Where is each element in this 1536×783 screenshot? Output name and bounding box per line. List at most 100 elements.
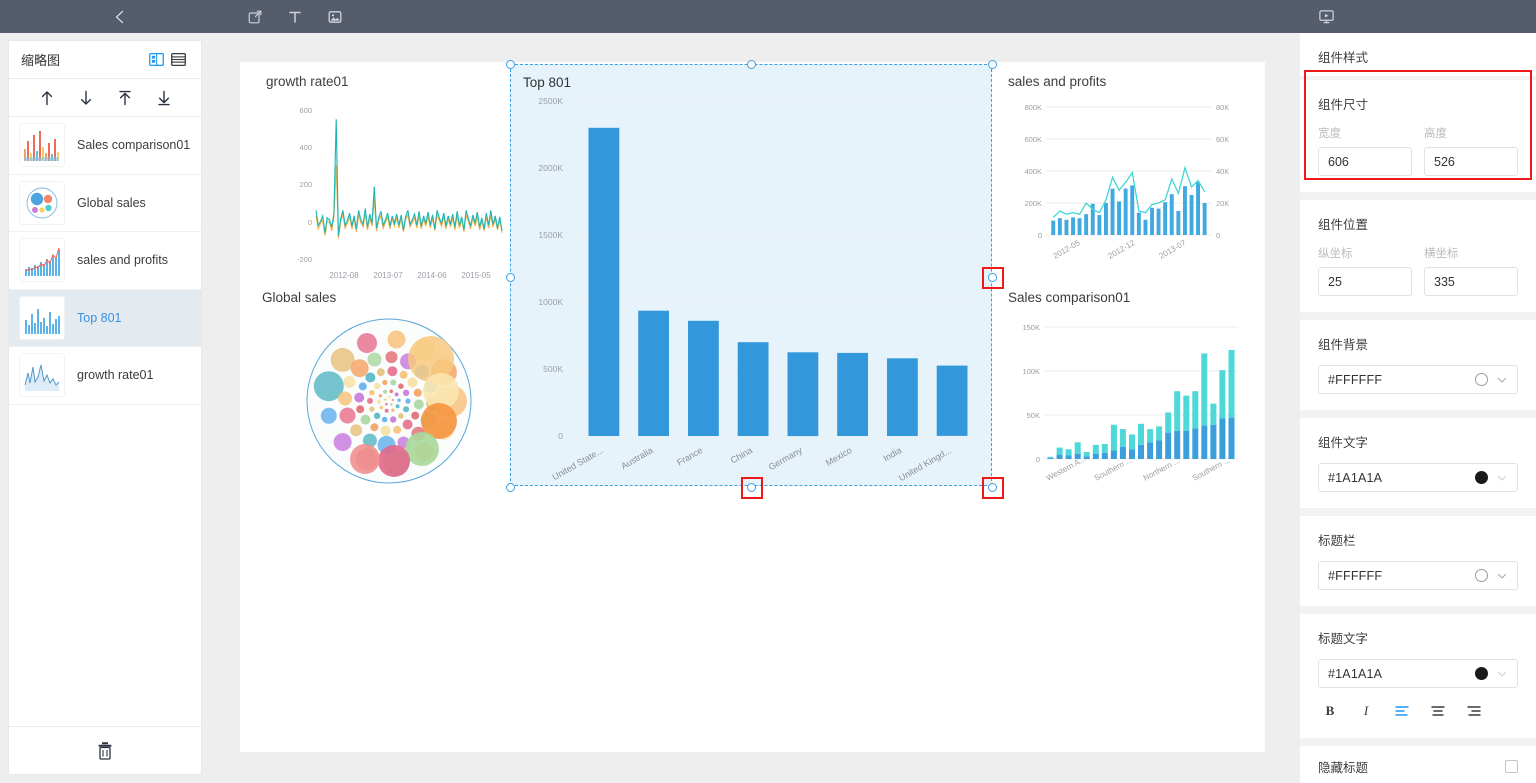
move-up-icon[interactable] xyxy=(35,86,59,110)
y-tick-right: 0 xyxy=(1216,231,1220,240)
titlebar-color-field[interactable]: #FFFFFF xyxy=(1318,561,1518,590)
section-title-text: 组件文字 xyxy=(1318,436,1369,450)
preview-button[interactable] xyxy=(1306,0,1346,33)
list-item-label: Sales comparison01 xyxy=(77,138,191,153)
sidebar-footer xyxy=(9,726,201,774)
thumbnail-bar-multicolor-icon xyxy=(19,123,65,168)
list-item[interactable]: growth rate01 xyxy=(9,347,201,405)
resize-handle-n[interactable] xyxy=(747,60,756,69)
x-tick: 2012-08 xyxy=(329,271,359,280)
align-center-icon[interactable] xyxy=(1426,700,1450,722)
x-tick: Southern ... xyxy=(1191,455,1232,482)
color-swatch-icon xyxy=(1475,667,1488,680)
align-right-icon[interactable] xyxy=(1462,700,1486,722)
widget-global-sales[interactable]: Global sales xyxy=(262,290,517,505)
x-tick-group: 2012-08 2013-07 2014-06 2015-05 xyxy=(329,271,491,280)
resize-handle-w[interactable] xyxy=(506,273,515,282)
widget-title: Sales comparison01 xyxy=(1008,290,1131,305)
hide-title-label: 隐藏标题 xyxy=(1318,760,1369,775)
dashboard-canvas[interactable]: growth rate01 600 400 200 0 -200 2012-08… xyxy=(240,60,1265,752)
component-position-section: 组件位置 纵坐标 横坐标 xyxy=(1300,200,1536,312)
x-coord-label: 横坐标 xyxy=(1424,248,1459,260)
section-title-background: 组件背景 xyxy=(1318,338,1369,352)
top-toolbar xyxy=(0,0,1536,33)
text-tool-button[interactable] xyxy=(275,0,315,33)
text-format-toolbar: B I xyxy=(1318,700,1518,722)
thumbnail-bar-blue-icon xyxy=(19,295,65,340)
italic-icon[interactable]: I xyxy=(1354,700,1378,722)
list-item[interactable]: Top 801 xyxy=(9,289,201,347)
title-text-section: 标题文字 #1A1A1A B I xyxy=(1300,614,1536,738)
list-item[interactable]: Global sales xyxy=(9,174,201,232)
move-down-icon[interactable] xyxy=(74,86,98,110)
y-grid xyxy=(569,100,981,437)
widget-title: Global sales xyxy=(262,290,337,305)
list-item-label: Global sales xyxy=(77,195,146,210)
thumbnail-bubble-icon xyxy=(19,180,65,225)
text-color-field[interactable]: #1A1A1A xyxy=(1318,463,1518,492)
move-top-icon[interactable] xyxy=(113,86,137,110)
thumbnail-bar-line-icon xyxy=(19,238,65,283)
x-coord-input[interactable] xyxy=(1424,267,1518,296)
layer-order-toolbar xyxy=(9,79,201,117)
x-tick: Southern ... xyxy=(1093,455,1134,482)
y-tick-left: 800K xyxy=(1024,103,1042,112)
image-icon xyxy=(328,10,342,23)
import-icon xyxy=(248,10,262,23)
list-item-label: Top 801 xyxy=(77,310,122,325)
sidebar-header: 缩略图 xyxy=(9,41,201,79)
y-tick: 1000K xyxy=(538,297,563,307)
properties-panel: 组件样式 组件尺寸 宽度 高度 组件位置 纵坐标 横坐标 xyxy=(1300,33,1536,783)
list-view-icon[interactable] xyxy=(167,49,189,71)
color-swatch-icon xyxy=(1475,471,1488,484)
text-icon xyxy=(289,11,301,23)
image-tool-button[interactable] xyxy=(315,0,355,33)
height-input[interactable] xyxy=(1424,147,1518,176)
resize-handle-ne[interactable] xyxy=(988,60,997,69)
widget-sales-and-profits[interactable]: sales and profits 800K 600K 400K 200K 0 … xyxy=(1008,74,1253,284)
widget-top-801[interactable]: Top 801 2500K 2000K 1500K 1000K 500K 0 U… xyxy=(506,60,1004,499)
bold-icon[interactable]: B xyxy=(1318,700,1342,722)
move-bottom-icon[interactable] xyxy=(152,86,176,110)
hide-title-checkbox[interactable] xyxy=(1505,759,1518,773)
panel-title: 组件样式 xyxy=(1318,51,1369,65)
list-item[interactable]: sales and profits xyxy=(9,232,201,290)
list-item[interactable]: Sales comparison01 xyxy=(9,117,201,175)
x-tick: Northern ... xyxy=(1142,456,1182,483)
widget-sales-comparison01[interactable]: Sales comparison01 150K 100K 50K 0 Weste… xyxy=(1008,290,1258,505)
title-text-color-value: #1A1A1A xyxy=(1328,666,1383,681)
x-tick-group: 2012-05 2012-12 2013-07 xyxy=(1052,238,1188,261)
title-text-color-field[interactable]: #1A1A1A xyxy=(1318,659,1518,688)
y-coord-input[interactable] xyxy=(1318,267,1412,296)
y-tick-right: 40K xyxy=(1216,167,1229,176)
import-button[interactable] xyxy=(235,0,275,33)
widget-growth-rate01[interactable]: growth rate01 600 400 200 0 -200 2012-08… xyxy=(266,74,516,280)
section-title-titletext: 标题文字 xyxy=(1318,632,1369,646)
y-tick: 0 xyxy=(1036,455,1040,464)
panel-header-section: 组件样式 xyxy=(1300,33,1536,76)
titlebar-section: 标题栏 #FFFFFF xyxy=(1300,516,1536,606)
bar-series xyxy=(588,127,968,437)
thumbnail-line-area-icon xyxy=(19,353,65,398)
resize-handle-nw[interactable] xyxy=(506,60,515,69)
align-left-icon[interactable] xyxy=(1390,700,1414,722)
chart-sales-and-profits: 800K 600K 400K 200K 0 80K 60K 40K 20K 0 … xyxy=(1024,103,1229,261)
chart-growth-rate01: 600 400 200 0 -200 2012-08 2013-07 2014-… xyxy=(297,106,503,280)
hide-title-row[interactable]: 隐藏标题 xyxy=(1300,746,1536,783)
width-input[interactable] xyxy=(1318,147,1412,176)
line-series xyxy=(1052,165,1206,218)
x-tick: 2015-05 xyxy=(461,271,491,280)
width-label: 宽度 xyxy=(1318,128,1341,140)
resize-handle-sw[interactable] xyxy=(506,483,515,492)
thumbnail-view-icon[interactable] xyxy=(145,49,167,71)
back-button[interactable] xyxy=(100,0,140,33)
chart-global-sales xyxy=(306,318,472,484)
background-color-field[interactable]: #FFFFFF xyxy=(1318,365,1518,394)
trash-icon[interactable] xyxy=(92,738,118,764)
widget-title: sales and profits xyxy=(1008,74,1107,89)
background-color-value: #FFFFFF xyxy=(1328,372,1383,387)
x-tick: 2012-12 xyxy=(1107,238,1137,261)
y-tick-right: 80K xyxy=(1216,103,1229,112)
component-text-section: 组件文字 #1A1A1A xyxy=(1300,418,1536,508)
canvas-area[interactable]: growth rate01 600 400 200 0 -200 2012-08… xyxy=(210,40,1298,775)
